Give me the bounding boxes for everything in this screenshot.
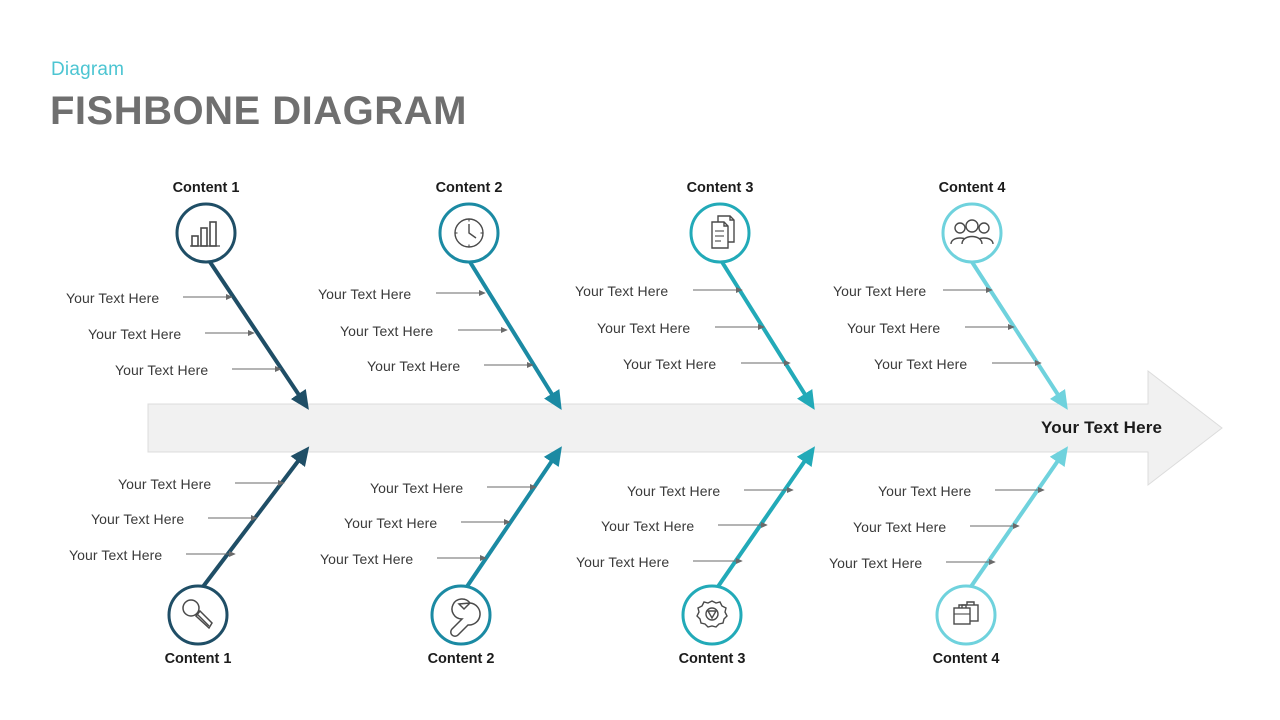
node-label-top-3: Content 3 — [686, 180, 754, 196]
node-label-bottom-1: Content 1 — [164, 651, 232, 667]
bone-line-bottom-1 — [200, 446, 310, 590]
spine-label: Your Text Here — [1041, 418, 1163, 437]
node-label-top-2: Content 2 — [435, 180, 503, 196]
cause-bottom-4-3: Your Text Here — [829, 555, 923, 571]
node-label-bottom-3: Content 3 — [678, 651, 746, 667]
cause-bottom-2-2: Your Text Here — [344, 515, 438, 531]
node-circle-top-1[interactable] — [175, 202, 237, 264]
cause-arrows-bottom-2 — [437, 483, 537, 562]
cause-bottom-1-2: Your Text Here — [91, 511, 185, 527]
bone-line-top-2 — [468, 260, 562, 410]
cause-top-2-3: Your Text Here — [367, 358, 461, 374]
cause-top-4-2: Your Text Here — [847, 320, 941, 336]
cause-bottom-2-3: Your Text Here — [320, 551, 414, 567]
node-label-bottom-2: Content 2 — [427, 651, 495, 667]
cause-bottom-1-1: Your Text Here — [118, 476, 212, 492]
cause-top-1-1: Your Text Here — [66, 290, 160, 306]
cause-bottom-2-1: Your Text Here — [370, 480, 464, 496]
node-label-top-4: Content 4 — [938, 180, 1006, 196]
node-circle-bottom-2[interactable] — [430, 584, 492, 646]
cause-arrows-top-1 — [183, 293, 282, 373]
node-circle-top-4[interactable] — [941, 202, 1003, 264]
bone-line-top-3 — [720, 260, 815, 410]
node-circle-bottom-3[interactable] — [681, 584, 743, 646]
slide-canvas: Diagram FISHBONE DIAGRAM Content 1 Conte… — [0, 0, 1280, 720]
cause-top-1-2: Your Text Here — [88, 326, 182, 342]
node-label-bottom-4: Content 4 — [932, 651, 1000, 667]
cause-arrows-top-2 — [436, 289, 534, 369]
cause-top-1-3: Your Text Here — [115, 362, 209, 378]
bone-line-bottom-3 — [715, 446, 815, 590]
cause-bottom-1-3: Your Text Here — [69, 547, 163, 563]
cause-top-4-3: Your Text Here — [874, 356, 968, 372]
bone-line-bottom-4 — [968, 446, 1068, 590]
cause-bottom-3-2: Your Text Here — [601, 518, 695, 534]
cause-bottom-4-2: Your Text Here — [853, 519, 947, 535]
cause-arrows-top-4 — [943, 286, 1042, 367]
cause-bottom-3-3: Your Text Here — [576, 554, 670, 570]
bone-line-bottom-2 — [464, 446, 562, 590]
cause-top-4-1: Your Text Here — [833, 283, 927, 299]
bone-line-top-4 — [970, 260, 1068, 410]
cause-top-3-1: Your Text Here — [575, 283, 669, 299]
cause-top-3-3: Your Text Here — [623, 356, 717, 372]
cause-top-2-1: Your Text Here — [318, 286, 412, 302]
cause-bottom-3-1: Your Text Here — [627, 483, 721, 499]
node-label-top-1: Content 1 — [172, 180, 240, 196]
cause-top-3-2: Your Text Here — [597, 320, 691, 336]
cause-top-2-2: Your Text Here — [340, 323, 434, 339]
cause-bottom-4-1: Your Text Here — [878, 483, 972, 499]
cause-arrows-top-3 — [693, 286, 791, 367]
